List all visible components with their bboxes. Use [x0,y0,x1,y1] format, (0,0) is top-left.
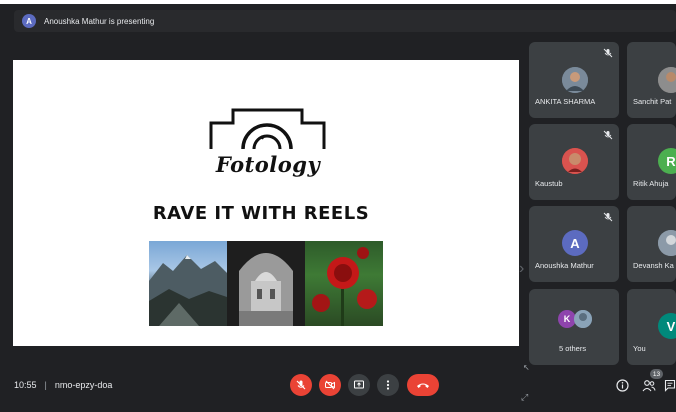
avatar [658,67,676,93]
camera-off-icon [325,380,335,390]
participant-tile[interactable]: Sanchit Pat [627,42,676,118]
slide-headline: RAVE IT WITH REELS [152,203,370,224]
cursor-icon: ↖ [523,363,530,372]
more-options-button[interactable] [377,374,399,396]
more-vert-icon [386,380,390,390]
participant-name: ANKITA SHARMA [535,97,596,106]
top-strip [0,0,676,4]
avatar [658,230,676,256]
participant-name: Ritik Ahuja [633,179,669,188]
separator: | [44,380,47,390]
participant-tile[interactable]: Devansh Ka [627,206,676,282]
meeting-time: 10:55 [14,380,37,390]
flower-photo [305,241,383,326]
presenting-banner: A Anoushka Mathur is presenting [14,10,676,32]
participant-tile-others[interactable]: K 5 others [529,289,619,365]
present-screen-icon [354,380,364,389]
present-button[interactable] [348,374,370,396]
chat-icon [664,379,676,392]
presenting-text: Anoushka Mathur is presenting [44,16,155,26]
camera-toggle-button[interactable] [319,374,341,396]
avatar [562,148,588,174]
participant-tile[interactable]: Kaustub [529,124,619,200]
meeting-code: nmo-epzy-doa [54,380,113,390]
avatar [562,67,588,93]
participant-tile[interactable]: ANKITA SHARMA [529,42,619,118]
participant-tile[interactable]: R Ritik Ahuja [627,124,676,200]
collapse-icon[interactable]: ⤢ [521,392,528,403]
mic-off-icon [603,212,613,222]
participant-name: Devansh Ka [633,261,674,270]
participant-name: Sanchit Pat [633,97,672,106]
participant-name: 5 others [559,344,587,353]
meet-window: A Anoushka Mathur is presenting Fotology… [0,0,676,412]
people-button[interactable] [641,377,657,393]
avatar: A [562,230,588,256]
info-icon [615,378,629,392]
leave-call-button[interactable] [407,374,439,396]
logo-wordmark: Fotology [215,152,321,177]
mic-off-icon [603,48,613,58]
mountain-photo [149,241,227,326]
people-icon [642,379,656,391]
participant-tile[interactable]: A Anoushka Mathur [529,206,619,282]
meeting-info: 10:55 | nmo-epzy-doa [14,380,112,390]
meeting-details-button[interactable] [614,377,630,393]
shared-slide: Fotology RAVE IT WITH REELS › ↖ ⤢ [13,60,530,402]
participant-tile-self[interactable]: V You [627,289,676,365]
end-call-icon [417,383,429,388]
avatar: R [658,148,676,174]
participant-name: Anoushka Mathur [535,261,594,270]
next-slide-chevron-icon[interactable]: › [519,260,524,278]
monument-photo [227,241,305,326]
mic-off-icon [296,380,306,390]
participant-name: Kaustub [535,179,563,188]
camera-logo-icon [209,108,326,150]
participant-name: You [633,344,646,353]
presenter-avatar: A [22,14,36,28]
mic-off-icon [603,130,613,140]
avatar: V [658,313,676,339]
avatar-photo [574,310,592,328]
mic-toggle-button[interactable] [290,374,312,396]
chat-button[interactable] [662,377,676,393]
